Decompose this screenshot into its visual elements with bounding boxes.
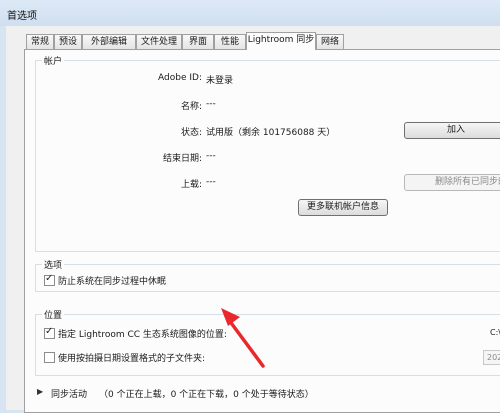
tab-lightroom-sync[interactable]: Lightroom 同步 [246,32,316,50]
name-label: 名称: [180,102,202,112]
sync-activity-label: 同步活动 [51,390,88,400]
options-group: 选项 ✓ 防止系统在同步过程中休眠 [35,258,500,292]
subfolder-format-field[interactable]: 2021/0 [483,350,500,365]
specify-location-label: 指定 Lightroom CC 生态系统图像的位置: [58,330,227,340]
end-date-value: --- [206,151,216,161]
more-account-info-button[interactable]: 更多联机帐户信息 [298,199,388,216]
location-group: 位置 ✓ 指定 Lightroom CC 生态系统图像的位置: C:\U 使用按… [35,308,500,376]
account-group-title: 帐户 [42,54,65,67]
sync-activity-status: （0 个正在上载，0 个正在下载，0 个处于等待状态） [99,390,314,400]
specify-location-checkbox[interactable]: ✓ [44,326,55,339]
join-button[interactable]: 加入 [404,122,500,139]
tab-performance[interactable]: 性能 [214,34,246,49]
delete-synced-button[interactable]: 删除所有已同步的 [404,174,500,191]
account-group: 帐户 Adobe ID: 未登录 名称: --- 状态: 试用版（剩余 1017… [35,54,500,252]
expand-triangle-icon[interactable]: ▶ [37,387,43,396]
status-label: 状态: [180,128,202,138]
adobe-id-value: 未登录 [206,76,234,86]
end-date-label: 结束日期: [162,154,202,164]
tab-network[interactable]: 网络 [316,34,344,49]
upload-value: --- [206,177,216,187]
options-group-title: 选项 [42,258,65,271]
preferences-dialog: 常规 预设 外部编辑 文件处理 界面 性能 Lightroom 同步 网络 帐户… [6,26,500,413]
prevent-sleep-label: 防止系统在同步过程中休眠 [58,277,167,287]
adobe-id-label: Adobe ID: [158,73,202,83]
location-path: C:\U [490,328,500,337]
name-value: --- [206,99,216,109]
tab-general[interactable]: 常规 [26,34,54,49]
subfolder-label: 使用按拍摄日期设置格式的子文件夹: [58,354,206,364]
location-group-title: 位置 [42,308,65,321]
subfolder-checkbox[interactable] [44,352,55,363]
window-title: 首选项 [7,11,37,22]
tab-presets[interactable]: 预设 [54,34,82,49]
checkmark-icon: ✓ [45,326,54,337]
title-bar: 首选项 [0,0,500,26]
tab-interface[interactable]: 界面 [182,34,214,49]
upload-label: 上载: [180,180,202,190]
status-value: 试用版（剩余 101756088 天） [206,128,336,138]
prevent-sleep-checkbox[interactable]: ✓ [44,273,55,286]
tab-external-editing[interactable]: 外部编辑 [82,34,136,49]
sync-tab-panel: 帐户 Adobe ID: 未登录 名称: --- 状态: 试用版（剩余 1017… [24,49,500,413]
tab-file-handling[interactable]: 文件处理 [136,34,182,49]
checkmark-icon: ✓ [45,273,54,284]
